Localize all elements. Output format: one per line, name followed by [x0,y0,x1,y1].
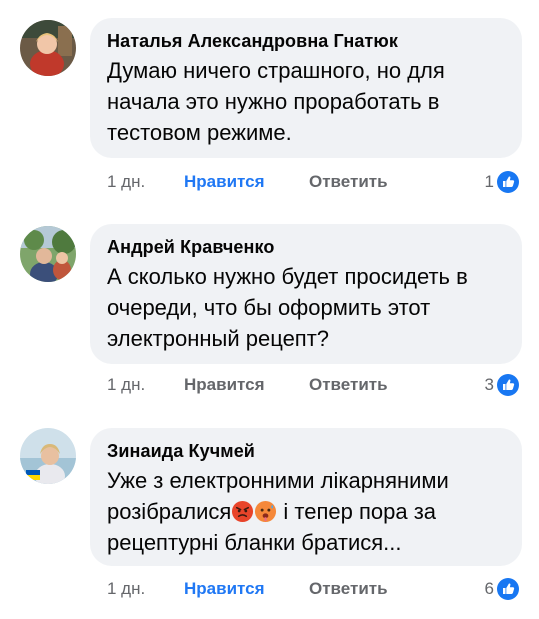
comment-actions: 1 дн. Нравится Ответить [107,577,407,601]
angry-face-emoji-icon [232,500,254,523]
user-photo-avatar-icon [20,428,76,484]
comment-3: Зинаида Кучмей Уже з електронними лікарн… [0,0,539,619]
reply-button[interactable]: Ответить [309,577,388,601]
reaction-count: 6 [484,579,494,598]
comment-text: Уже з електронними лікарняними розібрали… [107,465,504,558]
reaction-summary[interactable]: 6 [485,577,519,601]
comment-author[interactable]: Зинаида Кучмей [107,440,504,462]
thumbs-up-icon [497,578,519,600]
user-avatar[interactable] [20,428,76,484]
comment-time[interactable]: 1 дн. [107,577,145,601]
like-button[interactable]: Нравится [184,577,265,601]
comment-bubble: Зинаида Кучмей Уже з електронними лікарн… [90,428,522,566]
sweating-hot-face-emoji-icon [255,500,277,523]
